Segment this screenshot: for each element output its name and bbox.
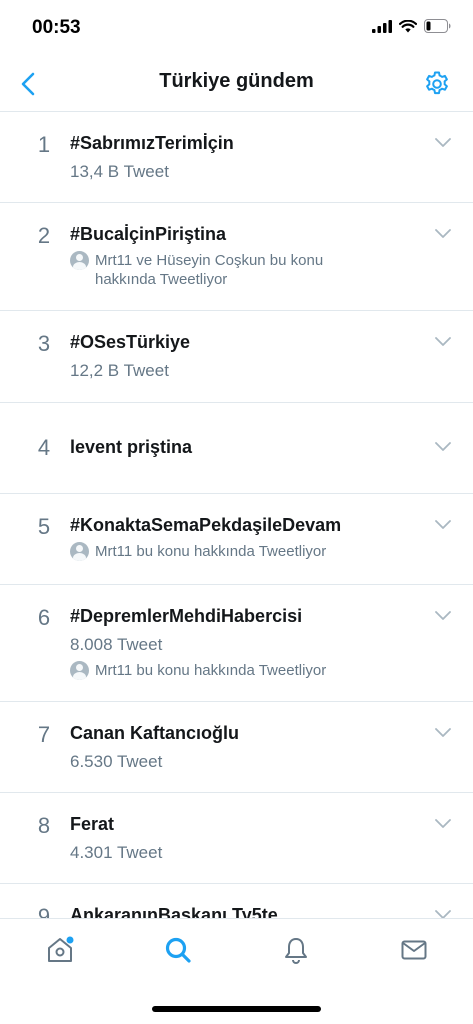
trend-context: Mrt11 bu konu hakkında Tweetliyor (70, 542, 326, 561)
trend-context: Mrt11 bu konu hakkında Tweetliyor (70, 661, 326, 680)
tab-home[interactable] (43, 933, 77, 967)
trend-rank: 5 (37, 514, 51, 539)
trend-name: #KonaktaSemaPekdaşileDevam (70, 515, 342, 535)
trend-row[interactable]: 4 levent priştina (0, 403, 473, 494)
trend-name: #BucaİçinPiriştina (70, 224, 227, 244)
tab-messages[interactable] (397, 933, 431, 967)
trend-row[interactable]: 6 #DepremlerMehdiHabercisi 8.008 Tweet M… (0, 585, 473, 702)
battery-icon (424, 19, 451, 33)
chevron-down-icon[interactable] (435, 910, 451, 918)
trend-row[interactable]: 3 #OSesTürkiye 12,2 B Tweet (0, 311, 473, 403)
trend-name: AnkaranınBaşkanı Ty5te (70, 905, 278, 918)
home-icon (48, 936, 74, 962)
trend-row[interactable]: 1 #SabrımızTerimİçin 13,4 B Tweet (0, 112, 473, 203)
tab-search[interactable] (161, 933, 195, 967)
trend-context: Mrt11 ve Hüseyin Coşkun bu konu hakkında… (70, 251, 370, 289)
trend-context-text: Mrt11 ve Hüseyin Coşkun bu konu hakkında… (95, 252, 324, 288)
chevron-down-icon[interactable] (435, 728, 451, 738)
trend-name: levent priştina (70, 437, 193, 457)
trend-tweet-count: 6.530 Tweet (70, 752, 163, 771)
trend-row[interactable]: 2 #BucaİçinPiriştina Mrt11 ve Hüseyin Co… (0, 203, 473, 311)
avatar (70, 542, 89, 561)
trend-context-text: Mrt11 bu konu hakkında Tweetliyor (95, 543, 327, 560)
page-title: Türkiye gündem (159, 70, 314, 92)
trend-rank: 7 (37, 722, 51, 747)
trend-rank: 8 (37, 813, 51, 838)
chevron-down-icon[interactable] (435, 611, 451, 621)
trend-name: Canan Kaftancıoğlu (70, 723, 240, 743)
settings-button[interactable] (421, 68, 453, 100)
trend-row[interactable]: 5 #KonaktaSemaPekdaşileDevam Mrt11 bu ko… (0, 494, 473, 585)
chevron-down-icon[interactable] (435, 819, 451, 829)
trend-name: #OSesTürkiye (70, 332, 191, 352)
avatar (70, 661, 89, 680)
home-indicator[interactable] (152, 1006, 321, 1012)
trend-name: #DepremlerMehdiHabercisi (70, 606, 303, 626)
mail-icon (401, 940, 427, 960)
trend-name: #SabrımızTerimİçin (70, 133, 234, 153)
trend-rank: 3 (37, 331, 51, 356)
bell-icon (285, 938, 307, 964)
chevron-down-icon[interactable] (435, 337, 451, 347)
wifi-icon (399, 19, 417, 32)
signal-icon (372, 19, 392, 33)
trend-rank: 2 (37, 223, 51, 248)
trend-tweet-count: 12,2 B Tweet (70, 361, 169, 380)
trend-list: 1 #SabrımızTerimİçin 13,4 B Tweet 2 #Buc… (0, 112, 473, 918)
status-time: 00:53 (32, 17, 81, 38)
gear-icon (426, 71, 448, 95)
trend-rank: 1 (37, 132, 51, 157)
trend-row[interactable]: 8 Ferat 4.301 Tweet (0, 793, 473, 884)
trend-tweet-count: 8.008 Tweet (70, 635, 163, 654)
nav-bar: Türkiye gündem (0, 56, 473, 112)
trend-row[interactable]: 9 AnkaranınBaşkanı Ty5te (0, 884, 473, 918)
trend-row[interactable]: 7 Canan Kaftancıoğlu 6.530 Tweet (0, 702, 473, 793)
trend-name: Ferat (70, 814, 115, 834)
trend-rank: 6 (37, 605, 51, 630)
avatar (70, 251, 89, 270)
trend-rank: 4 (37, 435, 51, 460)
tab-notifications[interactable] (279, 933, 313, 967)
trend-rank: 9 (37, 904, 51, 918)
chevron-down-icon[interactable] (435, 442, 451, 452)
chevron-down-icon[interactable] (435, 520, 451, 530)
chevron-down-icon[interactable] (435, 229, 451, 239)
trend-context-text: Mrt11 bu konu hakkında Tweetliyor (95, 662, 327, 679)
status-icons (372, 19, 451, 33)
status-bar: 00:53 (0, 0, 473, 56)
trend-tweet-count: 13,4 B Tweet (70, 162, 169, 181)
trend-tweet-count: 4.301 Tweet (70, 843, 163, 862)
search-icon (165, 937, 191, 963)
chevron-down-icon[interactable] (435, 138, 451, 148)
